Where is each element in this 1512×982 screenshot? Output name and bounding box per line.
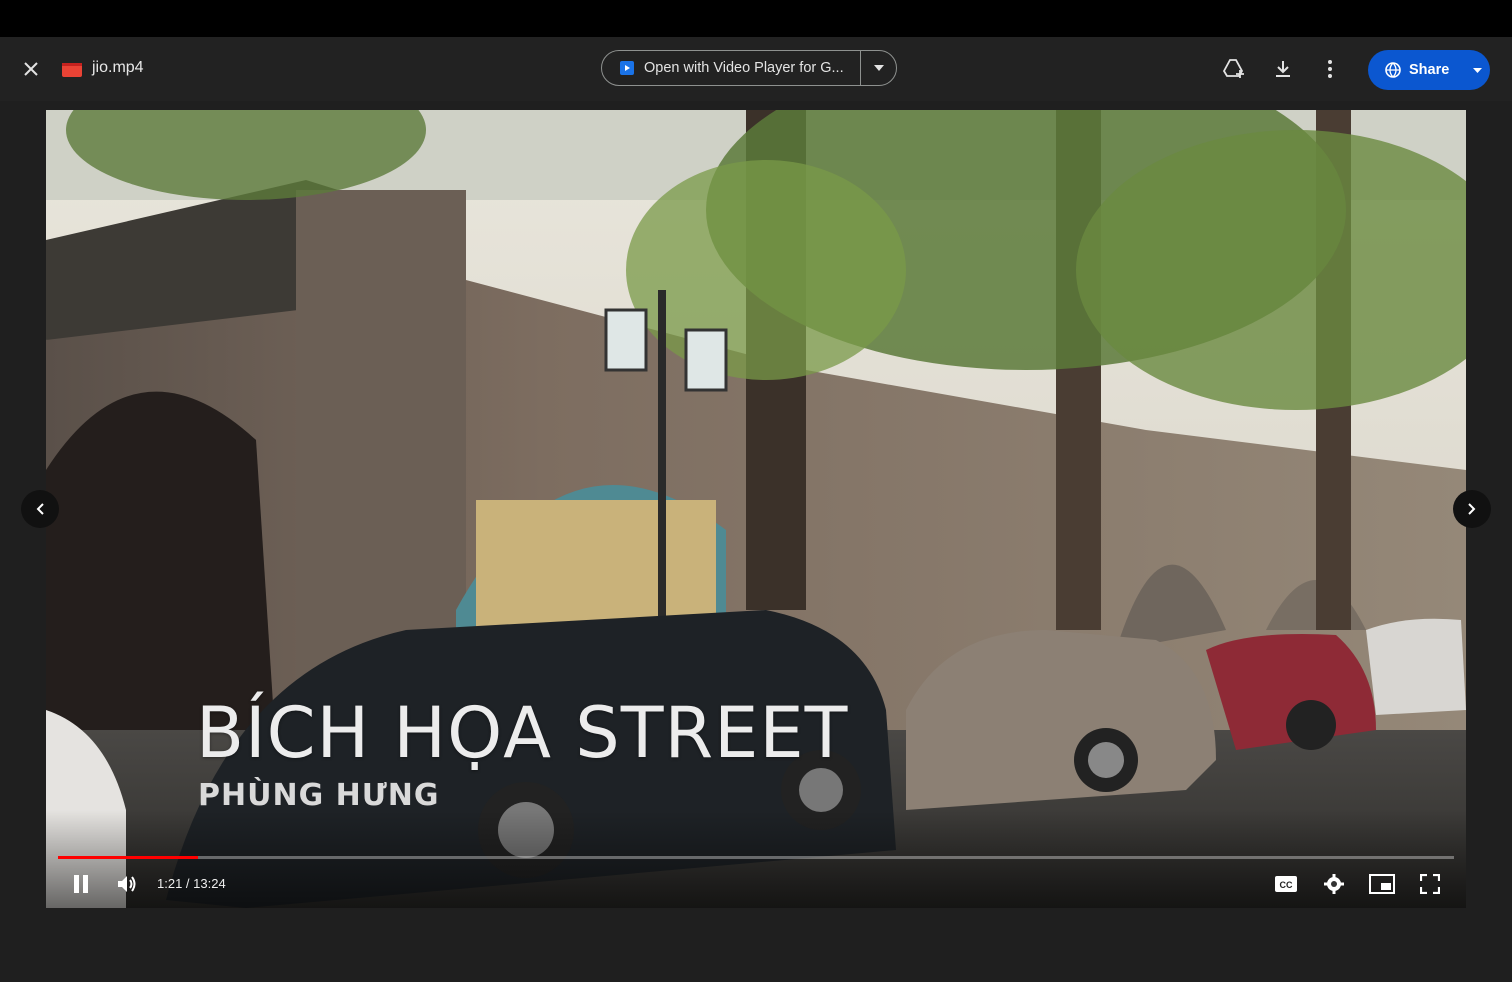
svg-text:CC: CC <box>1280 880 1293 890</box>
close-icon <box>24 62 38 76</box>
video-player[interactable]: BÍCH HỌA STREET PHÙNG HƯNG 1:21 / 13:24 … <box>46 110 1466 908</box>
viewer-toolbar: jio.mp4 Open with Video Player for G... <box>0 37 1512 101</box>
close-button[interactable] <box>14 52 48 86</box>
share-label: Share <box>1409 62 1450 78</box>
settings-button[interactable] <box>1316 866 1352 902</box>
chevron-right-icon <box>1468 503 1476 515</box>
pause-icon <box>74 875 88 893</box>
miniplayer-icon <box>1369 874 1395 894</box>
fullscreen-icon <box>1420 874 1440 894</box>
more-options-button[interactable] <box>1312 51 1348 87</box>
open-with-dropdown[interactable] <box>861 51 896 85</box>
video-player-app-icon <box>620 61 634 75</box>
volume-button[interactable] <box>109 866 145 902</box>
pause-button[interactable] <box>63 866 99 902</box>
file-name: jio.mp4 <box>92 59 144 76</box>
gear-icon <box>1324 874 1344 894</box>
miniplayer-button[interactable] <box>1364 866 1400 902</box>
video-overlay-subtitle: PHÙNG HƯNG <box>198 778 440 813</box>
controls-gradient <box>46 810 1466 908</box>
next-file-button[interactable] <box>1453 490 1491 528</box>
globe-icon <box>1385 62 1401 78</box>
add-to-drive-button[interactable] <box>1216 51 1252 87</box>
fullscreen-button[interactable] <box>1412 866 1448 902</box>
caret-down-icon <box>1472 67 1482 73</box>
time-display: 1:21 / 13:24 <box>157 876 226 891</box>
previous-file-button[interactable] <box>21 490 59 528</box>
download-icon <box>1276 61 1290 77</box>
caret-down-icon <box>873 65 884 71</box>
top-black-strip <box>0 0 1512 37</box>
open-with-button[interactable]: Open with Video Player for G... <box>602 51 861 85</box>
share-control: Share <box>1368 50 1490 90</box>
add-to-drive-icon <box>1223 59 1244 78</box>
download-button[interactable] <box>1265 51 1301 87</box>
more-vert-icon <box>1328 60 1332 78</box>
chevron-left-icon <box>36 503 44 515</box>
closed-captions-icon: CC <box>1275 876 1297 892</box>
share-dropdown[interactable] <box>1464 50 1490 90</box>
captions-button[interactable]: CC <box>1268 866 1304 902</box>
open-with-label: Open with Video Player for G... <box>644 60 844 76</box>
volume-icon <box>118 876 136 892</box>
progress-bar-played <box>58 856 198 859</box>
share-button[interactable]: Share <box>1368 50 1462 90</box>
video-file-icon <box>62 63 82 77</box>
progress-bar[interactable] <box>58 856 1454 859</box>
open-with-control: Open with Video Player for G... <box>601 50 897 86</box>
video-overlay-title: BÍCH HỌA STREET <box>196 692 849 774</box>
